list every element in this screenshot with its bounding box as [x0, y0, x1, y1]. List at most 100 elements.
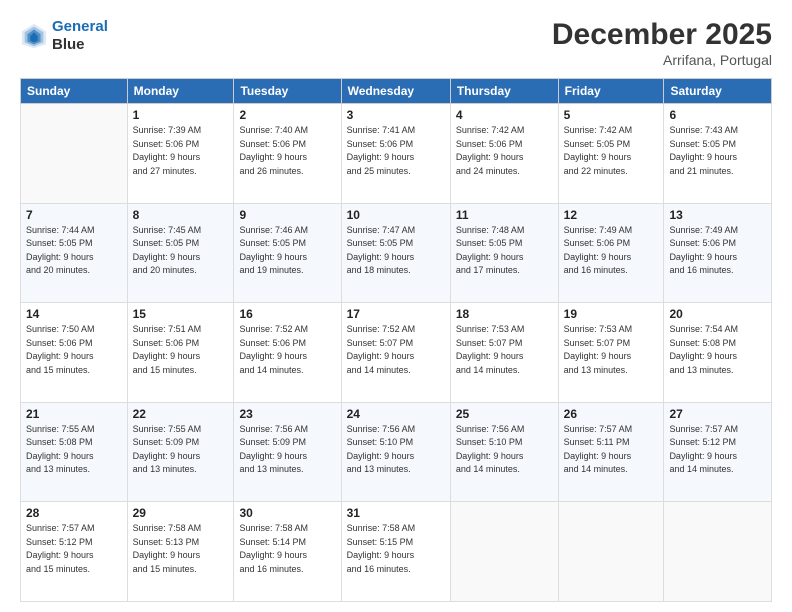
calendar-cell: 28Sunrise: 7:57 AMSunset: 5:12 PMDayligh… [21, 502, 128, 602]
day-number: 27 [669, 407, 766, 421]
calendar-cell: 17 Sunrise: 7:52 AMSunset: 5:07 PMDayligh… [341, 303, 450, 403]
day-number: 17 [347, 307, 445, 321]
calendar-cell: 29 Sunrise: 7:58 AMSunset: 5:13 PMDayligh… [127, 502, 234, 602]
calendar-cell: 13 Sunrise: 7:49 AMSunset: 5:06 PMDayligh… [664, 203, 772, 303]
calendar-cell: 7Sunrise: 7:44 AMSunset: 5:05 PMDaylight… [21, 203, 128, 303]
calendar-cell: 6 Sunrise: 7:43 AMSunset: 5:05 PMDaylight… [664, 104, 772, 204]
calendar-cell: 12 Sunrise: 7:49 AMSunset: 5:06 PMDayligh… [558, 203, 664, 303]
day-number: 9 [239, 208, 335, 222]
day-info: Sunrise: 7:46 AMSunset: 5:05 PMDaylight:… [239, 224, 335, 278]
calendar-header-row: SundayMondayTuesdayWednesdayThursdayFrid… [21, 79, 772, 104]
day-number: 30 [239, 506, 335, 520]
day-info: Sunrise: 7:45 AMSunset: 5:05 PMDaylight:… [133, 224, 229, 278]
logo-line2: Blue [52, 36, 108, 54]
calendar-cell: 18 Sunrise: 7:53 AMSunset: 5:07 PMDayligh… [450, 303, 558, 403]
day-number: 22 [133, 407, 229, 421]
day-info: Sunrise: 7:52 AMSunset: 5:07 PMDaylight:… [347, 323, 445, 377]
calendar-cell: 19 Sunrise: 7:53 AMSunset: 5:07 PMDayligh… [558, 303, 664, 403]
logo-icon [20, 22, 48, 50]
logo: General Blue [20, 18, 108, 54]
calendar-weekday-wednesday: Wednesday [341, 79, 450, 104]
month-title: December 2025 [552, 18, 772, 52]
day-info: Sunrise: 7:54 AMSunset: 5:08 PMDaylight:… [669, 323, 766, 377]
day-number: 20 [669, 307, 766, 321]
calendar-cell: 14Sunrise: 7:50 AMSunset: 5:06 PMDayligh… [21, 303, 128, 403]
calendar-cell [664, 502, 772, 602]
calendar-weekday-saturday: Saturday [664, 79, 772, 104]
calendar-cell: 30 Sunrise: 7:58 AMSunset: 5:14 PMDayligh… [234, 502, 341, 602]
logo-line1: General [52, 18, 108, 35]
logo-text: General Blue [52, 18, 108, 54]
day-info: Sunrise: 7:55 AMSunset: 5:08 PMDaylight:… [26, 423, 122, 477]
day-number: 25 [456, 407, 553, 421]
title-block: December 2025 Arrifana, Portugal [552, 18, 772, 68]
calendar-cell: 27Sunrise: 7:57 AMSunset: 5:12 PMDayligh… [664, 402, 772, 502]
calendar-cell: 21Sunrise: 7:55 AMSunset: 5:08 PMDayligh… [21, 402, 128, 502]
calendar-cell: 25Sunrise: 7:56 AMSunset: 5:10 PMDayligh… [450, 402, 558, 502]
calendar-cell [450, 502, 558, 602]
day-number: 5 [564, 108, 659, 122]
calendar-cell: 15Sunrise: 7:51 AMSunset: 5:06 PMDayligh… [127, 303, 234, 403]
calendar-cell: 4 Sunrise: 7:42 AMSunset: 5:06 PMDaylight… [450, 104, 558, 204]
day-number: 29 [133, 506, 229, 520]
day-info: Sunrise: 7:42 AMSunset: 5:06 PMDaylight:… [456, 124, 553, 178]
day-number: 28 [26, 506, 122, 520]
day-info: Sunrise: 7:58 AMSunset: 5:15 PMDaylight:… [347, 522, 445, 576]
calendar-week-row: 14Sunrise: 7:50 AMSunset: 5:06 PMDayligh… [21, 303, 772, 403]
day-info: Sunrise: 7:49 AMSunset: 5:06 PMDaylight:… [564, 224, 659, 278]
day-number: 7 [26, 208, 122, 222]
calendar-cell [21, 104, 128, 204]
calendar-cell: 16Sunrise: 7:52 AMSunset: 5:06 PMDayligh… [234, 303, 341, 403]
calendar-cell: 22 Sunrise: 7:55 AMSunset: 5:09 PMDayligh… [127, 402, 234, 502]
day-number: 8 [133, 208, 229, 222]
day-info: Sunrise: 7:43 AMSunset: 5:05 PMDaylight:… [669, 124, 766, 178]
day-number: 10 [347, 208, 445, 222]
day-info: Sunrise: 7:53 AMSunset: 5:07 PMDaylight:… [564, 323, 659, 377]
calendar-cell: 11Sunrise: 7:48 AMSunset: 5:05 PMDayligh… [450, 203, 558, 303]
day-info: Sunrise: 7:40 AMSunset: 5:06 PMDaylight:… [239, 124, 335, 178]
calendar-weekday-sunday: Sunday [21, 79, 128, 104]
day-info: Sunrise: 7:50 AMSunset: 5:06 PMDaylight:… [26, 323, 122, 377]
day-info: Sunrise: 7:58 AMSunset: 5:14 PMDaylight:… [239, 522, 335, 576]
day-info: Sunrise: 7:55 AMSunset: 5:09 PMDaylight:… [133, 423, 229, 477]
day-number: 3 [347, 108, 445, 122]
day-info: Sunrise: 7:41 AMSunset: 5:06 PMDaylight:… [347, 124, 445, 178]
day-number: 19 [564, 307, 659, 321]
calendar-cell: 20 Sunrise: 7:54 AMSunset: 5:08 PMDayligh… [664, 303, 772, 403]
header: General Blue December 2025 Arrifana, Por… [20, 18, 772, 68]
day-number: 4 [456, 108, 553, 122]
day-info: Sunrise: 7:49 AMSunset: 5:06 PMDaylight:… [669, 224, 766, 278]
calendar-weekday-friday: Friday [558, 79, 664, 104]
day-info: Sunrise: 7:42 AMSunset: 5:05 PMDaylight:… [564, 124, 659, 178]
day-number: 26 [564, 407, 659, 421]
day-info: Sunrise: 7:39 AMSunset: 5:06 PMDaylight:… [133, 124, 229, 178]
day-number: 31 [347, 506, 445, 520]
day-info: Sunrise: 7:53 AMSunset: 5:07 PMDaylight:… [456, 323, 553, 377]
day-info: Sunrise: 7:52 AMSunset: 5:06 PMDaylight:… [239, 323, 335, 377]
day-number: 6 [669, 108, 766, 122]
calendar-weekday-thursday: Thursday [450, 79, 558, 104]
day-number: 12 [564, 208, 659, 222]
calendar-week-row: 7Sunrise: 7:44 AMSunset: 5:05 PMDaylight… [21, 203, 772, 303]
calendar-cell: 10Sunrise: 7:47 AMSunset: 5:05 PMDayligh… [341, 203, 450, 303]
calendar-cell: 8 Sunrise: 7:45 AMSunset: 5:05 PMDaylight… [127, 203, 234, 303]
day-number: 2 [239, 108, 335, 122]
calendar-cell: 23 Sunrise: 7:56 AMSunset: 5:09 PMDayligh… [234, 402, 341, 502]
location-subtitle: Arrifana, Portugal [552, 52, 772, 68]
day-info: Sunrise: 7:56 AMSunset: 5:09 PMDaylight:… [239, 423, 335, 477]
calendar-cell: 1 Sunrise: 7:39 AMSunset: 5:06 PMDaylight… [127, 104, 234, 204]
day-info: Sunrise: 7:48 AMSunset: 5:05 PMDaylight:… [456, 224, 553, 278]
day-number: 18 [456, 307, 553, 321]
day-number: 1 [133, 108, 229, 122]
day-number: 15 [133, 307, 229, 321]
page: General Blue December 2025 Arrifana, Por… [0, 0, 792, 612]
day-info: Sunrise: 7:57 AMSunset: 5:11 PMDaylight:… [564, 423, 659, 477]
calendar-cell: 24Sunrise: 7:56 AMSunset: 5:10 PMDayligh… [341, 402, 450, 502]
day-number: 13 [669, 208, 766, 222]
day-info: Sunrise: 7:58 AMSunset: 5:13 PMDaylight:… [133, 522, 229, 576]
calendar-week-row: 21Sunrise: 7:55 AMSunset: 5:08 PMDayligh… [21, 402, 772, 502]
calendar-weekday-monday: Monday [127, 79, 234, 104]
calendar-table: SundayMondayTuesdayWednesdayThursdayFrid… [20, 78, 772, 602]
calendar-cell [558, 502, 664, 602]
day-number: 23 [239, 407, 335, 421]
